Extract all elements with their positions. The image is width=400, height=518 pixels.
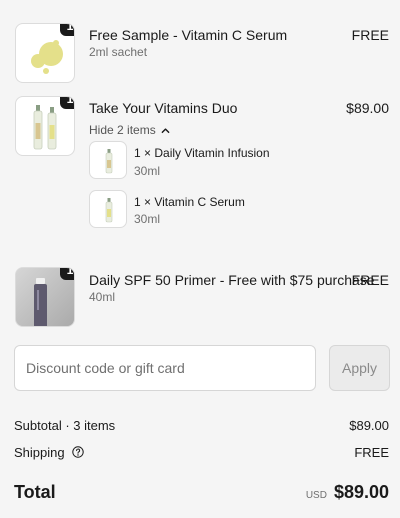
quantity-badge: 1 <box>60 268 74 280</box>
currency-code: USD <box>305 490 327 501</box>
product-title: Daily SPF 50 Primer - Free with $75 purc… <box>89 272 375 288</box>
total-amount: USD $89.00 <box>306 482 389 503</box>
subtotal-label: Subtotal · 3 items <box>14 418 116 433</box>
line-item: 1 Daily SPF 50 Primer - Free with $75 pu… <box>0 0 400 330</box>
shipping-row: Shipping <box>14 445 84 460</box>
help-icon[interactable] <box>72 446 84 458</box>
shipping-value: FREE <box>354 445 389 460</box>
subtotal-value: $89.00 <box>349 418 389 433</box>
apply-discount-button[interactable]: Apply <box>329 345 390 391</box>
product-variant: 40ml <box>89 290 116 304</box>
total-value: $89.00 <box>333 482 389 502</box>
product-price: FREE <box>351 272 389 288</box>
shipping-label: Shipping <box>14 445 65 460</box>
product-image: 1 <box>15 267 75 327</box>
total-label: Total <box>14 482 56 502</box>
discount-code-input[interactable] <box>14 345 316 391</box>
